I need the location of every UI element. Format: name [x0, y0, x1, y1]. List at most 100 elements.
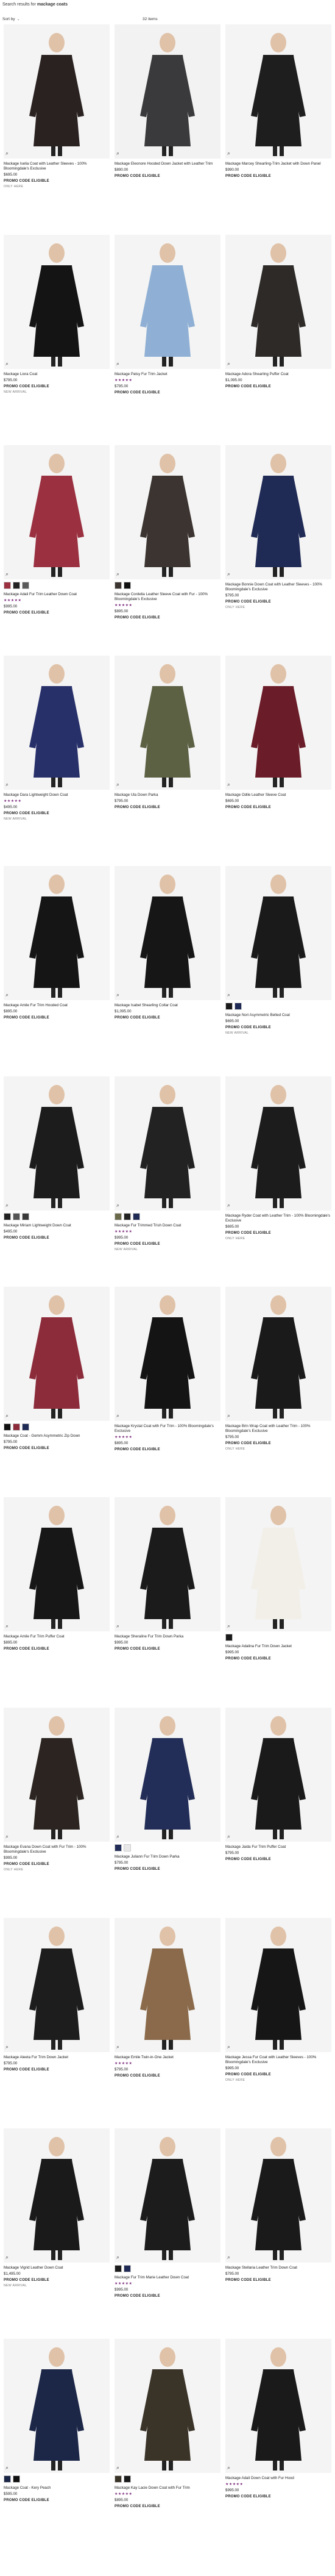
product-card[interactable]: ⌕ Mackage Adali Fur Trim Leather Down Coa… [4, 445, 110, 656]
product-image[interactable]: ⌕ [4, 656, 110, 790]
zoom-icon[interactable]: ⌕ [227, 2464, 230, 2471]
product-card[interactable]: ⌕ Mackage Emile Twin-in-One Jacket ★★★★★ $7… [115, 1918, 220, 2128]
zoom-icon[interactable]: ⌕ [116, 1202, 119, 1209]
product-card[interactable]: ⌕ Mackage Isabel Shearling Collar Coat $1,… [115, 866, 220, 1076]
product-name[interactable]: Mackage Patsy Fur Trim Jacket [115, 372, 220, 377]
zoom-icon[interactable]: ⌕ [5, 2464, 9, 2471]
color-swatch[interactable] [124, 1844, 131, 1852]
product-card[interactable]: ⌕ Mackage Nori Asymmetric Belted Coat $695… [225, 866, 331, 1076]
product-image[interactable]: ⌕ [115, 2128, 220, 2263]
product-name[interactable]: Mackage Marcey Shearling-Trim Jacket wit… [225, 162, 331, 166]
product-card[interactable]: ⌕ Mackage Liora Coat $795.00 PROMO CODE ELI… [4, 235, 110, 445]
product-name[interactable]: Mackage Coat - Gemm Asymmetric Zip Down [4, 1434, 110, 1439]
product-name[interactable]: Mackage Krystal Coat with Fur Trim - 100… [115, 1424, 220, 1434]
zoom-icon[interactable]: ⌕ [116, 150, 119, 157]
color-swatch[interactable] [115, 1213, 122, 1220]
product-name[interactable]: Mackage Sheraline Fur Trim Down Parka [115, 1634, 220, 1639]
product-card[interactable]: ⌕ Mackage Stellaria Leather Trim Down Coa… [225, 2128, 331, 2339]
product-image[interactable]: ⌕ [225, 235, 331, 369]
color-swatch[interactable] [234, 1003, 242, 1010]
color-swatch[interactable] [124, 2475, 131, 2483]
color-swatch[interactable] [4, 1423, 11, 1431]
product-name[interactable]: Mackage Brin Wrap Coat with Leather Trim… [225, 1424, 331, 1434]
product-name[interactable]: Mackage Adali Fur Trim Leather Down Coat [4, 592, 110, 597]
color-swatch[interactable] [225, 1003, 233, 1010]
product-card[interactable]: ⌕ Mackage Vigrid Leather Down Coat $1,495.… [4, 2128, 110, 2339]
zoom-icon[interactable]: ⌕ [227, 1202, 230, 1209]
product-card[interactable]: ⌕ Mackage Juliann Fur Trim Down Parka $795… [115, 1708, 220, 1918]
product-name[interactable]: Mackage Eleonore Hooded Down Jacket with… [115, 162, 220, 166]
product-card[interactable]: ⌕ Mackage Odile Leather Sleeve Coat $695.0… [225, 656, 331, 866]
product-name[interactable]: Mackage Dara Lightweight Down Coat [4, 793, 110, 798]
product-image[interactable]: ⌕ [4, 1076, 110, 1211]
product-card[interactable]: ⌕ Mackage Amile Fur Trim Hooded Coat $895.… [4, 866, 110, 1076]
product-card[interactable]: ⌕ Mackage Fur Trim Marie Leather Down Coa… [115, 2128, 220, 2339]
zoom-icon[interactable]: ⌕ [5, 2254, 9, 2261]
product-image[interactable]: ⌕ [225, 1497, 331, 1631]
product-card[interactable]: ⌕ Mackage Ryder Coat with Leather Trim - … [225, 1076, 331, 1287]
zoom-icon[interactable]: ⌕ [116, 360, 119, 367]
zoom-icon[interactable]: ⌕ [5, 150, 9, 157]
product-name[interactable]: Mackage Ryder Coat with Leather Trim - 1… [225, 1214, 331, 1223]
product-image[interactable]: ⌕ [115, 1708, 220, 1842]
product-card[interactable]: ⌕ Mackage Dara Lightweight Down Coat ★★★★★… [4, 656, 110, 866]
product-name[interactable]: Mackage Liora Coat [4, 372, 110, 377]
product-name[interactable]: Mackage Juliann Fur Trim Down Parka [115, 1855, 220, 1859]
product-image[interactable]: ⌕ [4, 1708, 110, 1842]
product-image[interactable]: ⌕ [225, 1708, 331, 1842]
product-image[interactable]: ⌕ [225, 24, 331, 159]
product-image[interactable]: ⌕ [225, 866, 331, 1000]
product-image[interactable]: ⌕ [4, 1497, 110, 1631]
zoom-icon[interactable]: ⌕ [227, 571, 230, 578]
zoom-icon[interactable]: ⌕ [116, 1833, 119, 1840]
product-name[interactable]: Mackage Amile Fur Trim Hooded Coat [4, 1003, 110, 1008]
zoom-icon[interactable]: ⌕ [116, 992, 119, 998]
product-card[interactable]: ⌕ Mackage Adali Down Coat with Fur Hood ★★… [225, 2339, 331, 2549]
product-name[interactable]: Mackage Vigrid Leather Down Coat [4, 2266, 110, 2270]
color-swatch[interactable] [4, 2475, 11, 2483]
color-swatch[interactable] [115, 2265, 122, 2272]
product-image[interactable]: ⌕ [4, 2128, 110, 2263]
product-card[interactable]: ⌕ Mackage Coat - Gemm Asymmetric Zip Down… [4, 1287, 110, 1497]
product-name[interactable]: Mackage Cordelia Leather Sleeve Coat wit… [115, 592, 220, 602]
zoom-icon[interactable]: ⌕ [116, 1412, 119, 1419]
zoom-icon[interactable]: ⌕ [5, 2044, 9, 2050]
zoom-icon[interactable]: ⌕ [227, 1623, 230, 1630]
product-card[interactable]: ⌕ Mackage Coat - Kery Peach $595.00 PROMO C… [4, 2339, 110, 2549]
product-name[interactable]: Mackage Miriam Lightweight Down Coat [4, 1223, 110, 1228]
product-name[interactable]: Mackage Kay Lacie Down Coat with Fur Tri… [115, 2486, 220, 2491]
product-image[interactable]: ⌕ [115, 1287, 220, 1421]
product-name[interactable]: Mackage Evana Down Coat with Fur Trim - … [4, 1845, 110, 1855]
zoom-icon[interactable]: ⌕ [227, 150, 230, 157]
color-swatch[interactable] [4, 1213, 11, 1220]
zoom-icon[interactable]: ⌕ [116, 2254, 119, 2261]
color-swatch[interactable] [22, 1423, 29, 1431]
product-image[interactable]: ⌕ [115, 24, 220, 159]
color-swatch[interactable] [124, 1213, 131, 1220]
product-image[interactable]: ⌕ [115, 656, 220, 790]
product-image[interactable]: ⌕ [4, 1918, 110, 2052]
product-card[interactable]: ⌕ Mackage Ula Down Parka $795.00 PROMO CODE… [115, 656, 220, 866]
zoom-icon[interactable]: ⌕ [116, 2044, 119, 2050]
product-name[interactable]: Mackage Nori Asymmetric Belted Coat [225, 1013, 331, 1018]
product-name[interactable]: Mackage Jessa Fur Coat with Leather Slee… [225, 2055, 331, 2065]
product-card[interactable]: ⌕ Mackage Jessa Fur Coat with Leather Sle… [225, 1918, 331, 2128]
product-name[interactable]: Mackage Odile Leather Sleeve Coat [225, 793, 331, 798]
zoom-icon[interactable]: ⌕ [227, 1412, 230, 1419]
product-image[interactable]: ⌕ [225, 2339, 331, 2473]
zoom-icon[interactable]: ⌕ [5, 1412, 9, 1419]
product-image[interactable]: ⌕ [225, 2128, 331, 2263]
product-card[interactable]: ⌕ Mackage Aleeta Fur Trim Down Jacket $795… [4, 1918, 110, 2128]
zoom-icon[interactable]: ⌕ [227, 1833, 230, 1840]
color-swatch[interactable] [225, 1634, 233, 1641]
product-name[interactable]: Mackage Fur Trimmed Trish Down Coat [115, 1223, 220, 1228]
zoom-icon[interactable]: ⌕ [227, 781, 230, 788]
color-swatch[interactable] [13, 2475, 20, 2483]
zoom-icon[interactable]: ⌕ [5, 360, 9, 367]
product-image[interactable]: ⌕ [4, 1287, 110, 1421]
color-swatch[interactable] [13, 1423, 20, 1431]
color-swatch[interactable] [115, 1844, 122, 1852]
zoom-icon[interactable]: ⌕ [227, 2254, 230, 2261]
product-name[interactable]: Mackage Coat - Kery Peach [4, 2486, 110, 2491]
zoom-icon[interactable]: ⌕ [116, 2464, 119, 2471]
